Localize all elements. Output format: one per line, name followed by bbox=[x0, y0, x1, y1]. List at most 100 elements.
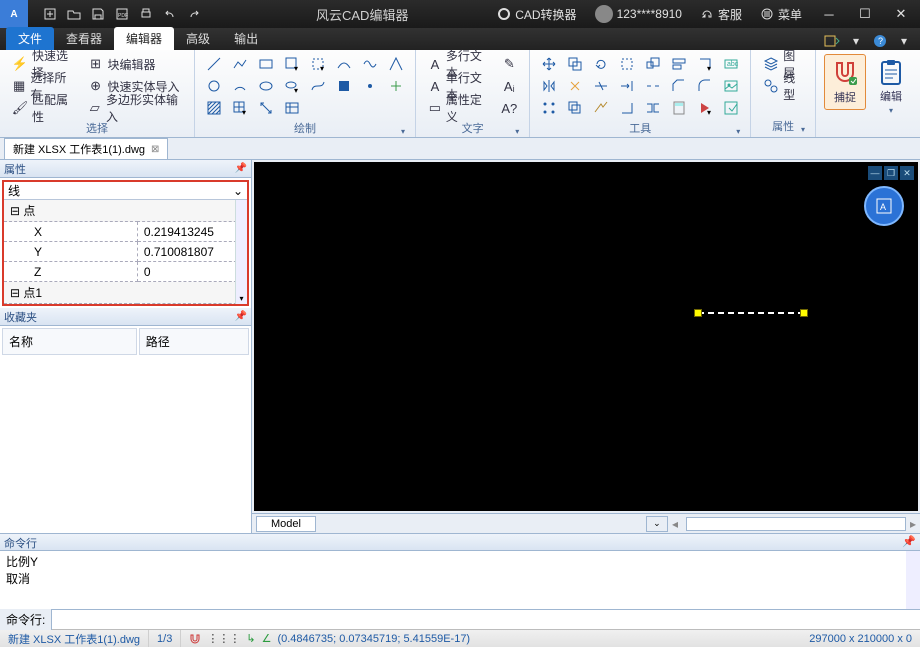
horizontal-scrollbar[interactable] bbox=[686, 517, 906, 531]
sketch-tool-icon[interactable] bbox=[590, 98, 612, 118]
extend-icon[interactable] bbox=[616, 76, 638, 96]
chevron-down-icon[interactable]: ▾ bbox=[801, 125, 805, 134]
arc-icon[interactable] bbox=[229, 76, 251, 96]
canvas-close-icon[interactable]: ✕ bbox=[900, 166, 914, 180]
grid-toggle-icon[interactable]: ⋮⋮⋮ bbox=[207, 632, 240, 645]
text-tool-3[interactable]: A? bbox=[497, 98, 521, 118]
text-tool-2[interactable]: Aᵢ bbox=[497, 76, 521, 96]
angle-icon[interactable] bbox=[385, 54, 407, 74]
command-input[interactable] bbox=[52, 611, 920, 629]
insert-xref-icon[interactable] bbox=[720, 98, 742, 118]
block-editor[interactable]: ⊞块编辑器 bbox=[84, 54, 186, 74]
region-dropdown-icon[interactable]: ▾ bbox=[694, 98, 716, 118]
match-properties[interactable]: 🖌匹配属性 bbox=[8, 98, 78, 118]
ribbon-dropdown-icon[interactable]: ▾ bbox=[846, 32, 866, 50]
calc-icon[interactable] bbox=[668, 98, 690, 118]
support-button[interactable]: 客服 bbox=[694, 2, 748, 26]
polyline-icon[interactable] bbox=[229, 54, 251, 74]
tab-editor[interactable]: 编辑器 bbox=[114, 27, 174, 50]
snap-toggle-icon[interactable] bbox=[189, 633, 201, 645]
stretch-dropdown-icon[interactable]: ▾ bbox=[694, 54, 716, 74]
canvas-min-icon[interactable]: — bbox=[868, 166, 882, 180]
model-tab[interactable]: Model bbox=[256, 516, 316, 532]
minimize-button[interactable]: ─ bbox=[814, 2, 844, 26]
break-icon[interactable] bbox=[642, 76, 664, 96]
grip-start[interactable] bbox=[694, 309, 702, 317]
save-icon[interactable] bbox=[86, 2, 110, 26]
grip-end[interactable] bbox=[800, 309, 808, 317]
selected-line-entity[interactable] bbox=[698, 312, 804, 314]
circle-icon[interactable] bbox=[203, 76, 225, 96]
text-image-icon[interactable]: abc bbox=[720, 54, 742, 74]
tab-close-icon[interactable]: ⊠ bbox=[151, 144, 159, 155]
drawing-canvas[interactable]: — ❐ ✕ A bbox=[254, 162, 918, 511]
command-header[interactable]: 命令行 📌 bbox=[0, 533, 920, 551]
join-icon[interactable] bbox=[642, 98, 664, 118]
fillet-icon[interactable] bbox=[694, 76, 716, 96]
export-pdf-icon[interactable]: PDF bbox=[110, 2, 134, 26]
chevron-down-icon[interactable]: ▾ bbox=[736, 127, 740, 136]
polygon-input[interactable]: ▱多边形实体输入 bbox=[84, 98, 186, 118]
user-account[interactable]: 123****8910 bbox=[589, 2, 688, 26]
corner-icon[interactable] bbox=[616, 98, 638, 118]
linetype-button[interactable]: 线型 bbox=[759, 76, 807, 96]
insert-image-icon[interactable] bbox=[720, 76, 742, 96]
command-scrollbar[interactable] bbox=[906, 551, 920, 609]
ortho-toggle-icon[interactable]: ↳ bbox=[246, 632, 255, 645]
redo-icon[interactable] bbox=[182, 2, 206, 26]
tab-output[interactable]: 输出 bbox=[222, 27, 270, 50]
crop-icon[interactable] bbox=[616, 54, 638, 74]
curve-icon[interactable] bbox=[333, 54, 355, 74]
canvas-restore-icon[interactable]: ❐ bbox=[884, 166, 898, 180]
layout-dropdown-icon[interactable]: ⌄ bbox=[646, 516, 668, 532]
new-icon[interactable] bbox=[38, 2, 62, 26]
help-dropdown-icon[interactable]: ▾ bbox=[894, 32, 914, 50]
fav-col-name[interactable]: 名称 bbox=[2, 328, 137, 355]
menu-button[interactable]: 菜单 bbox=[754, 2, 808, 26]
wave-icon[interactable] bbox=[359, 54, 381, 74]
favorites-header[interactable]: 收藏夹 📌 bbox=[0, 308, 251, 326]
properties-header[interactable]: 属性 📌 bbox=[0, 160, 251, 178]
close-button[interactable]: ✕ bbox=[886, 2, 916, 26]
print-icon[interactable] bbox=[134, 2, 158, 26]
scale-icon[interactable] bbox=[642, 54, 664, 74]
attribute-definition[interactable]: ▭属性定义 bbox=[424, 98, 491, 118]
spline-icon[interactable] bbox=[307, 76, 329, 96]
rectangle-dropdown-icon[interactable]: ▾ bbox=[281, 54, 303, 74]
trim-icon[interactable] bbox=[590, 76, 612, 96]
explode-icon[interactable] bbox=[564, 76, 586, 96]
move-icon[interactable] bbox=[538, 54, 560, 74]
undo-icon[interactable] bbox=[158, 2, 182, 26]
ribbon-options-icon[interactable] bbox=[822, 32, 842, 50]
table-icon[interactable] bbox=[281, 98, 303, 118]
entity-selector[interactable]: 线 ⌄ bbox=[4, 182, 247, 200]
line-icon[interactable] bbox=[203, 54, 225, 74]
chevron-down-icon[interactable]: ▾ bbox=[401, 127, 405, 136]
pin-icon[interactable]: 📌 bbox=[235, 163, 247, 174]
hatch-pattern-icon[interactable] bbox=[203, 98, 225, 118]
fill-icon[interactable] bbox=[333, 76, 355, 96]
cad-converter-button[interactable]: CAD转换器 bbox=[491, 2, 582, 26]
array-icon[interactable] bbox=[538, 98, 560, 118]
offset-icon[interactable] bbox=[564, 98, 586, 118]
hatch-dropdown-icon[interactable]: ▾ bbox=[229, 98, 251, 118]
point-icon[interactable] bbox=[359, 76, 381, 96]
align-icon[interactable] bbox=[668, 54, 690, 74]
view-cube-icon[interactable]: A bbox=[864, 186, 904, 226]
snap-button[interactable]: 捕捉 bbox=[824, 54, 866, 110]
edit-button[interactable]: 编辑 ▾ bbox=[870, 54, 912, 119]
polar-toggle-icon[interactable]: ∠ bbox=[262, 632, 272, 645]
mirror-icon[interactable] bbox=[538, 76, 560, 96]
document-tab[interactable]: 新建 XLSX 工作表1(1).dwg ⊠ bbox=[4, 138, 168, 159]
open-icon[interactable] bbox=[62, 2, 86, 26]
dimension-icon[interactable] bbox=[255, 98, 277, 118]
chevron-down-icon[interactable]: ▾ bbox=[515, 127, 519, 136]
rectangle-icon[interactable] bbox=[255, 54, 277, 74]
chamfer-icon[interactable] bbox=[668, 76, 690, 96]
ellipse-dropdown-icon[interactable]: ▾ bbox=[281, 76, 303, 96]
help-icon[interactable]: ? bbox=[870, 32, 890, 50]
tab-advanced[interactable]: 高级 bbox=[174, 27, 222, 50]
polygon-dropdown-icon[interactable]: ▾ bbox=[307, 54, 329, 74]
ellipse-icon[interactable] bbox=[255, 76, 277, 96]
copy-icon[interactable] bbox=[564, 54, 586, 74]
